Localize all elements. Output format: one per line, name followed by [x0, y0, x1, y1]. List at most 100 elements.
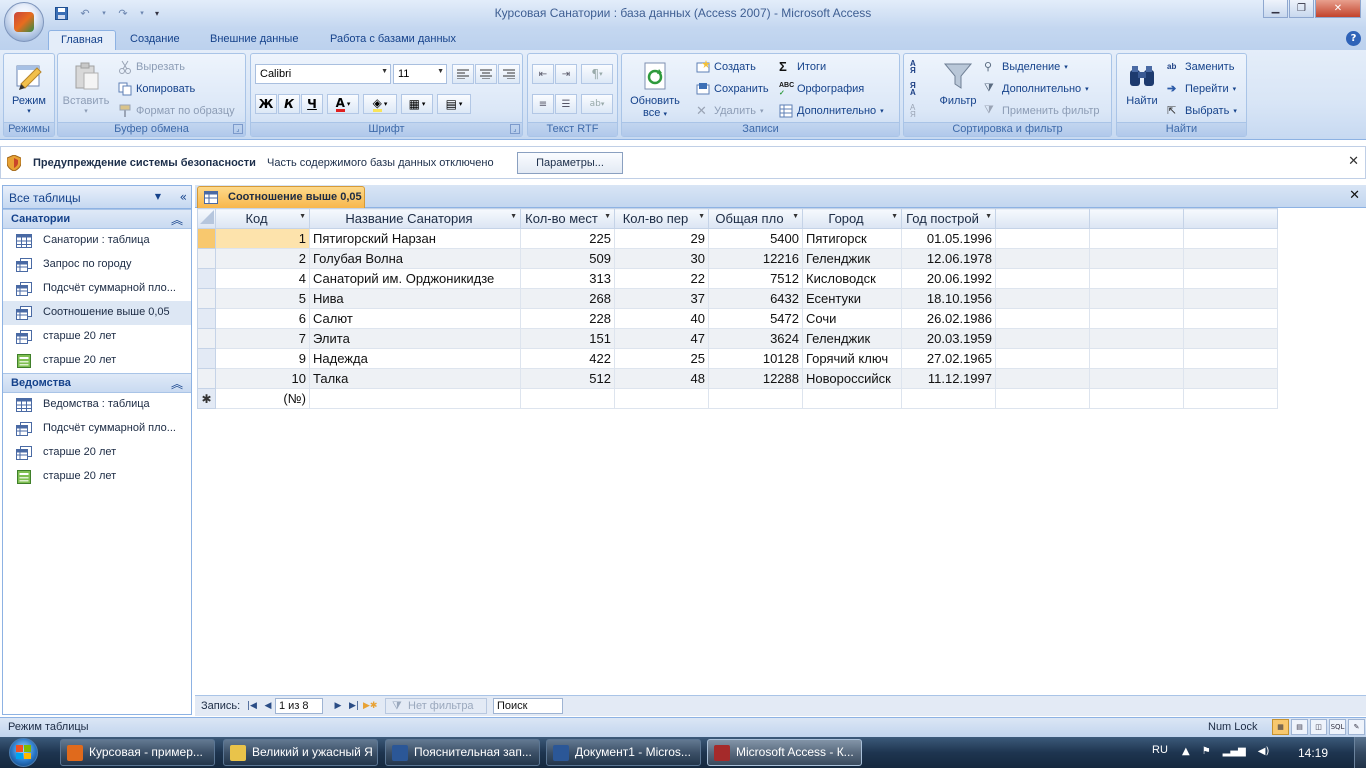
table-cell[interactable]: 6 [215, 308, 310, 329]
table-cell[interactable]: 7512 [708, 268, 803, 289]
bullet-list-button[interactable]: ☰ [555, 94, 577, 114]
table-cell[interactable]: 6432 [708, 288, 803, 309]
table-cell[interactable]: Геленджик [802, 328, 902, 349]
taskbar-button[interactable]: Великий и ужасный Я [223, 739, 378, 766]
table-row[interactable]: 6 Салют 228 40 5472 Сочи 26.02.1986 [197, 308, 1278, 329]
new-record-marker[interactable]: ✱ [197, 388, 216, 409]
nav-item[interactable]: Ведомства : таблица [3, 393, 191, 417]
table-cell[interactable]: 5400 [708, 228, 803, 249]
nav-item[interactable]: Санатории : таблица [3, 229, 191, 253]
taskbar-button[interactable]: Документ1 - Micros... [546, 739, 701, 766]
cut-button[interactable]: Вырезать [118, 58, 185, 76]
empty-cell[interactable] [1183, 348, 1278, 369]
table-cell[interactable]: 151 [520, 328, 615, 349]
table-cell[interactable]: 12216 [708, 248, 803, 269]
paste-button[interactable]: Вставить ▾ [60, 56, 112, 122]
empty-cell[interactable] [1089, 248, 1184, 269]
column-header[interactable]: Название Санатория ▼ [309, 208, 521, 229]
nav-menu-dropdown-icon[interactable]: ▼ [151, 190, 165, 204]
font-name-combo[interactable]: Calibri ▼ [255, 64, 391, 84]
empty-cell[interactable] [1183, 288, 1278, 309]
increase-indent-button[interactable]: ⇥ [555, 64, 577, 84]
gridlines-button[interactable]: ▦ ▾ [401, 94, 433, 114]
table-cell[interactable]: Сочи [802, 308, 902, 329]
action-center-flag-icon[interactable]: ⚑ [1202, 746, 1211, 757]
alternate-fill-button[interactable]: ▤ ▾ [437, 94, 471, 114]
table-cell[interactable]: Геленджик [802, 248, 902, 269]
table-cell[interactable] [309, 388, 521, 409]
table-cell[interactable]: 20.06.1992 [901, 268, 996, 289]
view-button[interactable]: Режим ▾ [6, 56, 52, 122]
underline-button[interactable]: Ч [301, 94, 323, 114]
taskbar-button[interactable]: Microsoft Access - К... [707, 739, 862, 766]
table-cell[interactable]: 1 [215, 228, 310, 249]
table-cell[interactable]: 4 [215, 268, 310, 289]
table-cell[interactable] [708, 388, 803, 409]
column-header[interactable]: Кол-во мест ▼ [520, 208, 615, 229]
table-cell[interactable]: 509 [520, 248, 615, 269]
nav-item[interactable]: Соотношение выше 0,05 [3, 301, 191, 325]
design-view-icon[interactable]: ✎ [1348, 719, 1365, 735]
table-cell[interactable]: 29 [614, 228, 709, 249]
close-icon[interactable]: ✕ [1348, 154, 1359, 169]
collapse-pane-icon[interactable]: « [180, 190, 187, 204]
previous-record-icon[interactable]: ◀ [261, 699, 275, 713]
empty-cell[interactable] [1089, 308, 1184, 329]
empty-cell[interactable] [1183, 248, 1278, 269]
empty-cell[interactable] [1183, 228, 1278, 249]
empty-cell[interactable] [1089, 368, 1184, 389]
table-cell[interactable] [802, 388, 902, 409]
table-cell[interactable]: 268 [520, 288, 615, 309]
empty-cell[interactable] [995, 228, 1090, 249]
current-record-field[interactable]: 1 из 8 [275, 698, 323, 714]
font-size-combo[interactable]: 11 ▼ [393, 64, 447, 84]
filter-button[interactable]: Фильтр [934, 56, 982, 122]
empty-cell[interactable] [1089, 348, 1184, 369]
taskbar-button[interactable]: Курсовая - пример... [60, 739, 215, 766]
pivot-table-view-icon[interactable]: ▤ [1291, 719, 1308, 735]
table-cell[interactable]: 22 [614, 268, 709, 289]
table-cell[interactable]: Надежда [309, 348, 521, 369]
table-cell[interactable]: 512 [520, 368, 615, 389]
show-desktop-button[interactable] [1354, 737, 1366, 768]
numbered-list-button[interactable]: ≡ [532, 94, 554, 114]
close-button[interactable]: ✕ [1315, 0, 1361, 18]
nav-item[interactable]: Подсчёт суммарной пло... [3, 277, 191, 301]
table-cell[interactable] [901, 388, 996, 409]
nav-header[interactable]: Все таблицы ▼ « [3, 186, 191, 209]
table-cell[interactable]: Новороссийск [802, 368, 902, 389]
table-cell[interactable]: Есентуки [802, 288, 902, 309]
table-cell[interactable]: 01.05.1996 [901, 228, 996, 249]
table-cell[interactable] [520, 388, 615, 409]
empty-cell[interactable] [1183, 368, 1278, 389]
pivot-chart-view-icon[interactable]: ◫ [1310, 719, 1327, 735]
table-cell[interactable]: Пятигорск [802, 228, 902, 249]
security-options-button[interactable]: Параметры... [517, 152, 623, 174]
more-records-button[interactable]: Дополнительно ▾ [779, 102, 884, 120]
table-cell[interactable]: 30 [614, 248, 709, 269]
nav-item[interactable]: Запрос по городу [3, 253, 191, 277]
table-cell[interactable]: Кисловодск [802, 268, 902, 289]
table-cell[interactable]: 10128 [708, 348, 803, 369]
row-selector[interactable] [197, 288, 216, 309]
replace-button[interactable]: ab Заменить [1167, 58, 1234, 76]
table-cell[interactable]: 40 [614, 308, 709, 329]
decrease-indent-button[interactable]: ⇤ [532, 64, 554, 84]
table-cell[interactable]: 3624 [708, 328, 803, 349]
sql-view-icon[interactable]: SQL [1329, 719, 1346, 735]
empty-cell[interactable] [995, 288, 1090, 309]
table-cell[interactable]: 225 [520, 228, 615, 249]
restore-button[interactable]: ❐ [1289, 0, 1314, 18]
table-cell[interactable]: Талка [309, 368, 521, 389]
table-cell[interactable]: 5472 [708, 308, 803, 329]
text-direction-button[interactable]: ¶ ▾ [581, 64, 613, 84]
clipboard-launcher-icon[interactable]: ⌟ [233, 124, 243, 134]
align-right-button[interactable] [498, 64, 520, 84]
table-cell[interactable]: Санаторий им. Орджоникидзе [309, 268, 521, 289]
table-cell[interactable]: Нива [309, 288, 521, 309]
filter-indicator[interactable]: ⧩ Нет фильтра [385, 698, 487, 714]
table-cell[interactable]: 313 [520, 268, 615, 289]
last-record-icon[interactable]: ▶| [347, 699, 361, 713]
toggle-filter-button[interactable]: ⧩ Применить фильтр [984, 102, 1100, 120]
clear-sort-button[interactable]: AЯ [910, 102, 924, 120]
